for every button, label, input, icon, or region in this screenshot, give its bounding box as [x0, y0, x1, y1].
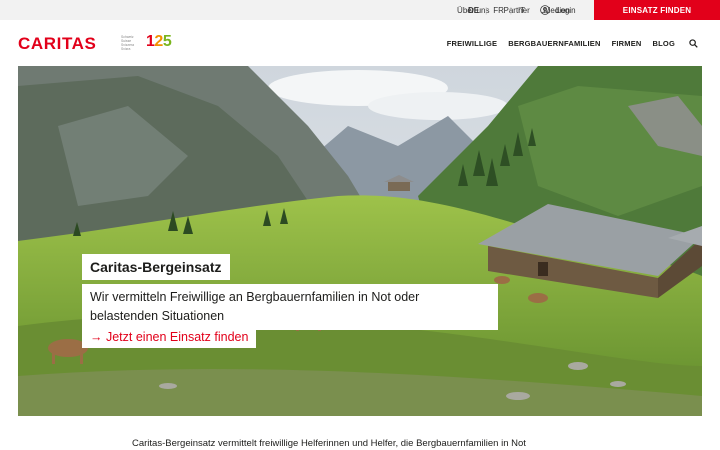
main-header: CARITAS Schweiz Suisse Svizzera Svizra 1…: [0, 20, 720, 66]
user-icon: [540, 5, 550, 15]
intro-paragraph: Caritas-Bergeinsatz vermittelt freiwilli…: [132, 438, 526, 449]
nav-blog[interactable]: BLOG: [653, 39, 675, 48]
anniversary-logo: 125: [146, 33, 172, 51]
logo-subtitle: Schweiz Suisse Svizzera Svizra: [121, 35, 134, 51]
find-assignment-link-label: Jetzt einen Einsatz finden: [105, 330, 249, 344]
hero-text: Wir vermitteln Freiwillige an Bergbauern…: [82, 284, 498, 330]
main-nav: FREIWILLIGE BERGBAUERNFAMILIEN FIRMEN BL…: [436, 39, 698, 48]
caritas-logo[interactable]: CARITAS: [18, 34, 97, 54]
hero-title: Caritas-Bergeinsatz: [82, 254, 230, 280]
arrow-right-icon: →: [90, 330, 103, 344]
logo-sub-line: Svizra: [121, 47, 131, 51]
nav-bergbauernfamilien[interactable]: BERGBAUERNFAMILIEN: [508, 39, 600, 48]
login-link[interactable]: Login: [540, 0, 576, 20]
anniversary-digit: 5: [162, 33, 172, 50]
lang-separator: |: [485, 5, 488, 15]
lang-de[interactable]: DE: [468, 6, 479, 15]
anniversary-number: 125: [146, 33, 172, 50]
hero-banner: Caritas-Bergeinsatz Wir vermitteln Freiw…: [18, 66, 702, 416]
nav-firmen[interactable]: FIRMEN: [612, 39, 642, 48]
language-switcher: DE | FR | IT: [468, 0, 525, 20]
alpine-landscape-image: [18, 66, 702, 416]
lang-it[interactable]: IT: [518, 6, 525, 15]
find-assignment-link[interactable]: → Jetzt einen Einsatz finden: [82, 326, 257, 348]
utility-bar: Über uns Partner Medien DE | FR | IT Log…: [0, 0, 720, 20]
login-label: Login: [556, 5, 576, 15]
anniversary-digit: 2: [154, 33, 163, 50]
find-assignment-button[interactable]: EINSATZ FINDEN: [594, 0, 720, 20]
nav-freiwillige[interactable]: FREIWILLIGE: [447, 39, 498, 48]
search-icon[interactable]: [689, 39, 698, 48]
lang-separator: |: [509, 5, 512, 15]
lang-fr[interactable]: FR: [493, 6, 504, 15]
